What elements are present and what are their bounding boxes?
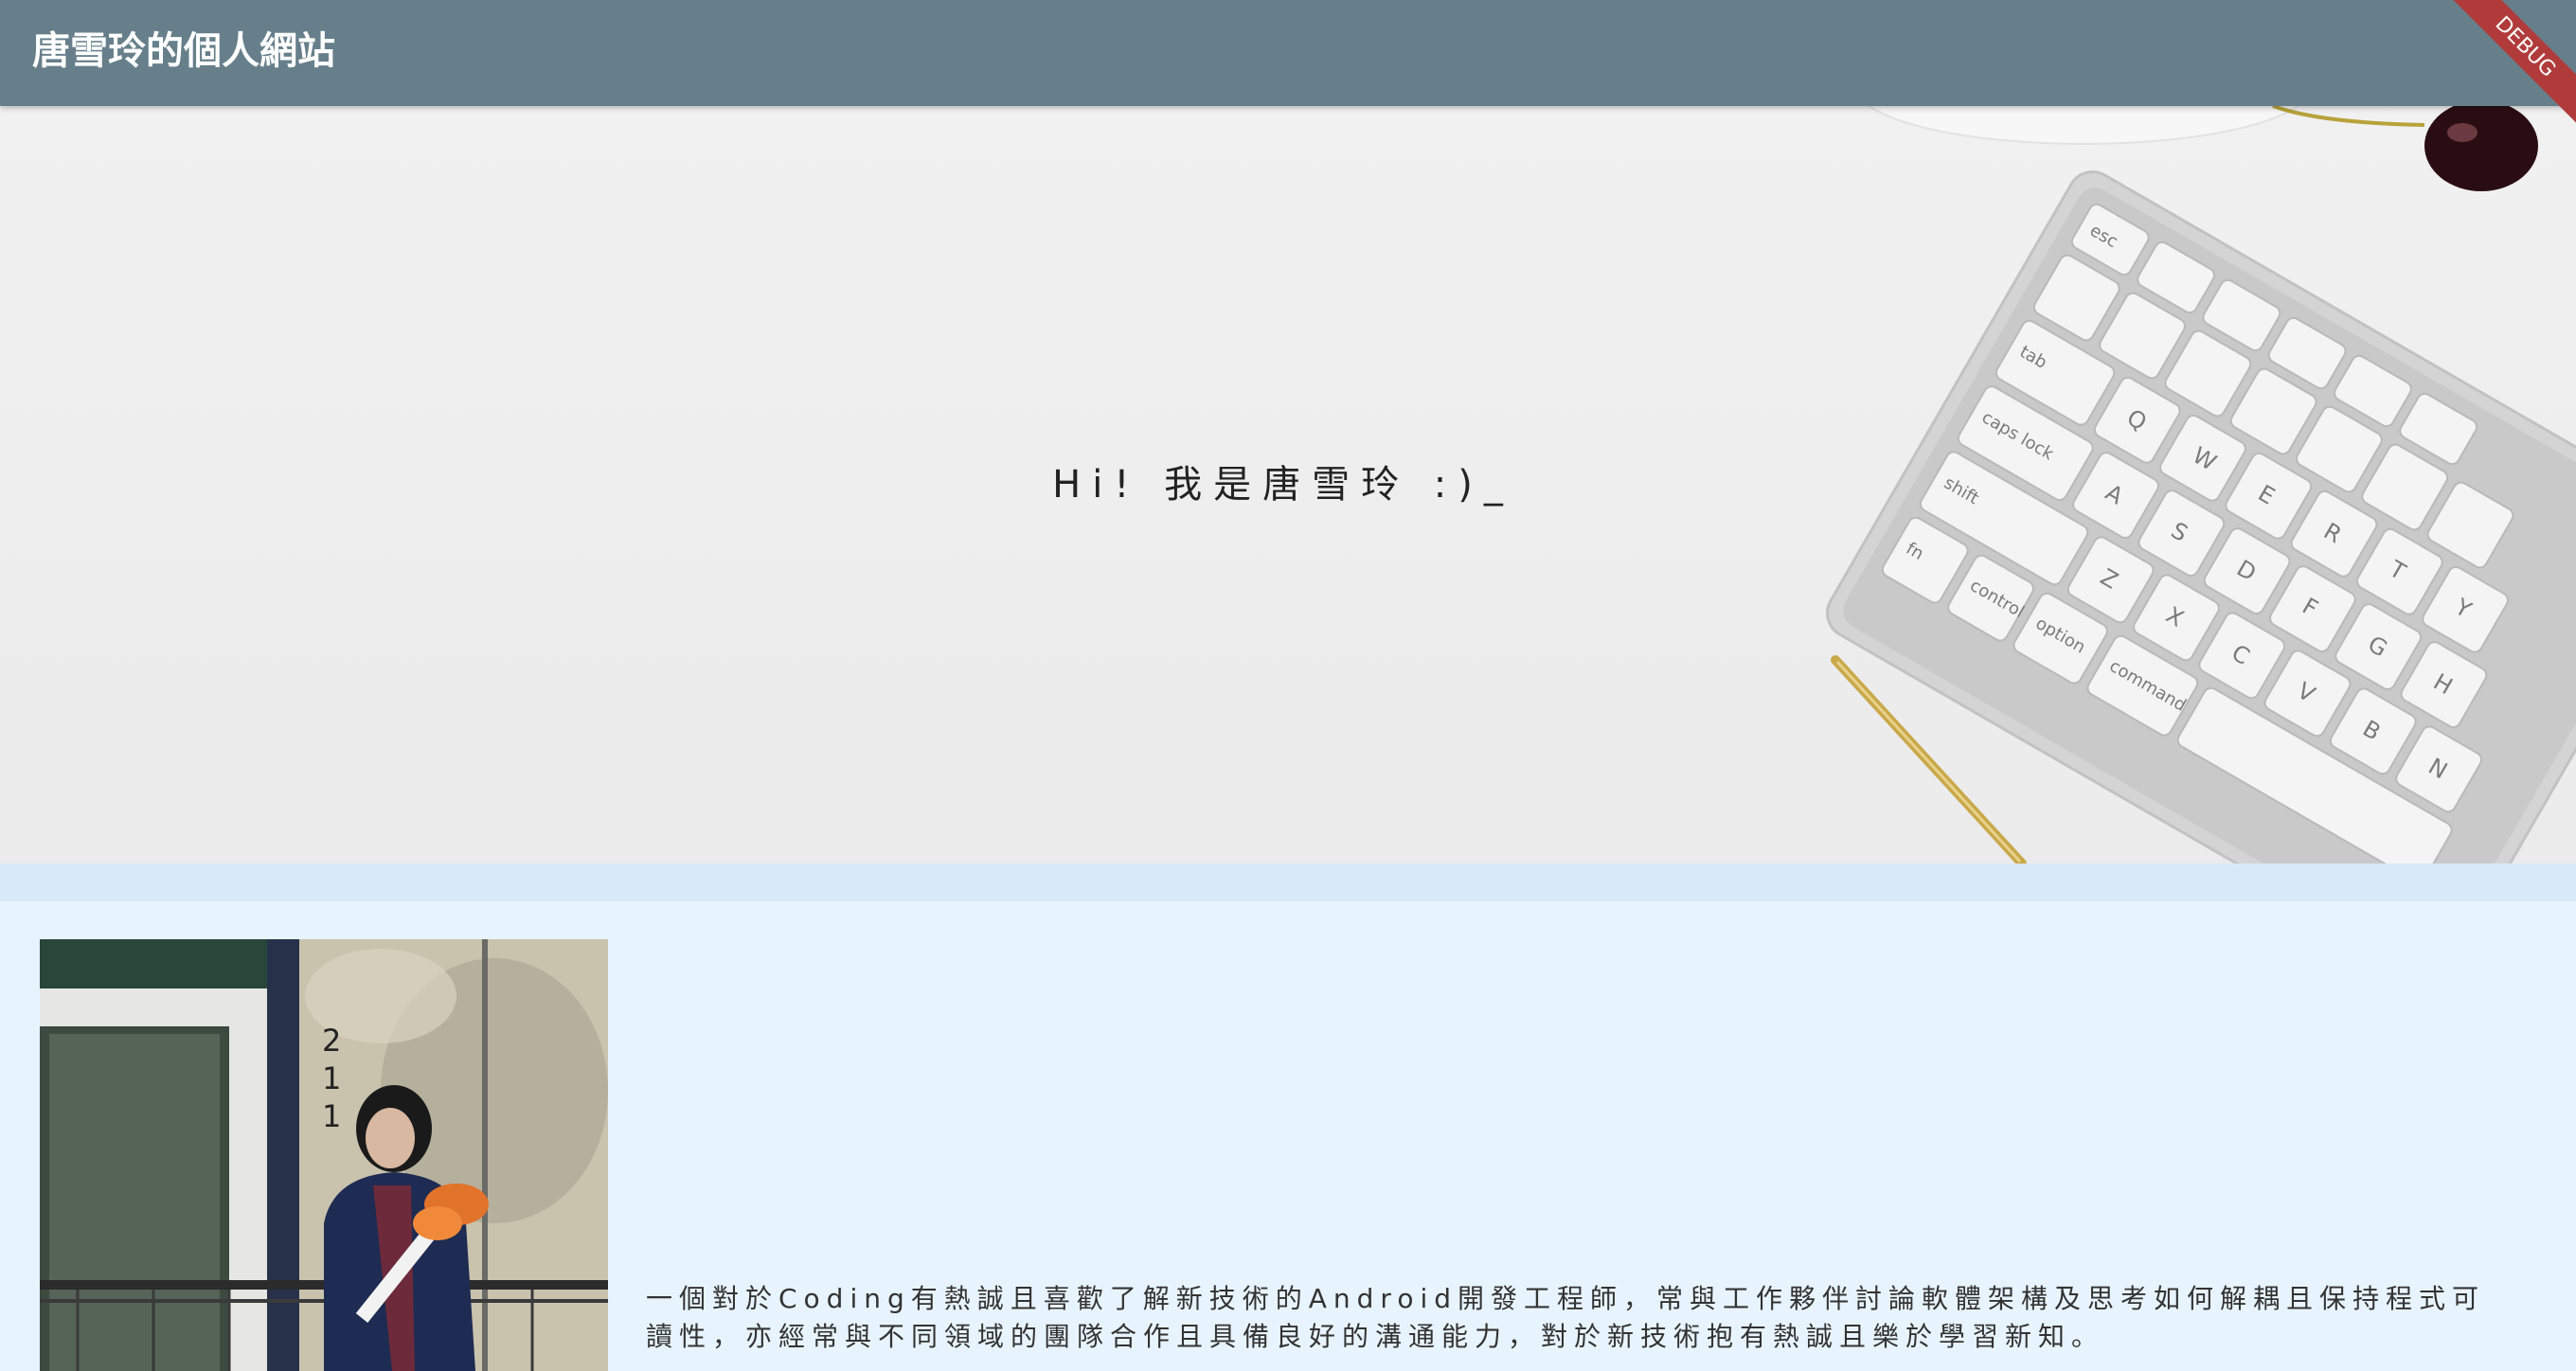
svg-text:1: 1	[322, 1098, 341, 1134]
debug-banner: DEBUG	[2443, 0, 2576, 133]
about-description: 一個對於Coding有熱誠且喜歡了解新技術的Android開發工程師，常與工作夥…	[646, 1283, 2486, 1352]
section-divider	[0, 864, 2576, 901]
svg-text:2: 2	[322, 1023, 341, 1059]
svg-text:1: 1	[322, 1060, 341, 1096]
hero-greeting: Hi! 我是唐雪玲 :)_	[1052, 463, 1514, 507]
profile-photo: 2 1 1	[40, 939, 608, 1371]
hero-section: esc tab caps lock shift fn control optio…	[0, 106, 2576, 864]
debug-ribbon-label: DEBUG	[2445, 0, 2576, 127]
app-bar: 唐雪玲的個人網站	[0, 0, 2576, 106]
app-title: 唐雪玲的個人網站	[32, 29, 335, 73]
